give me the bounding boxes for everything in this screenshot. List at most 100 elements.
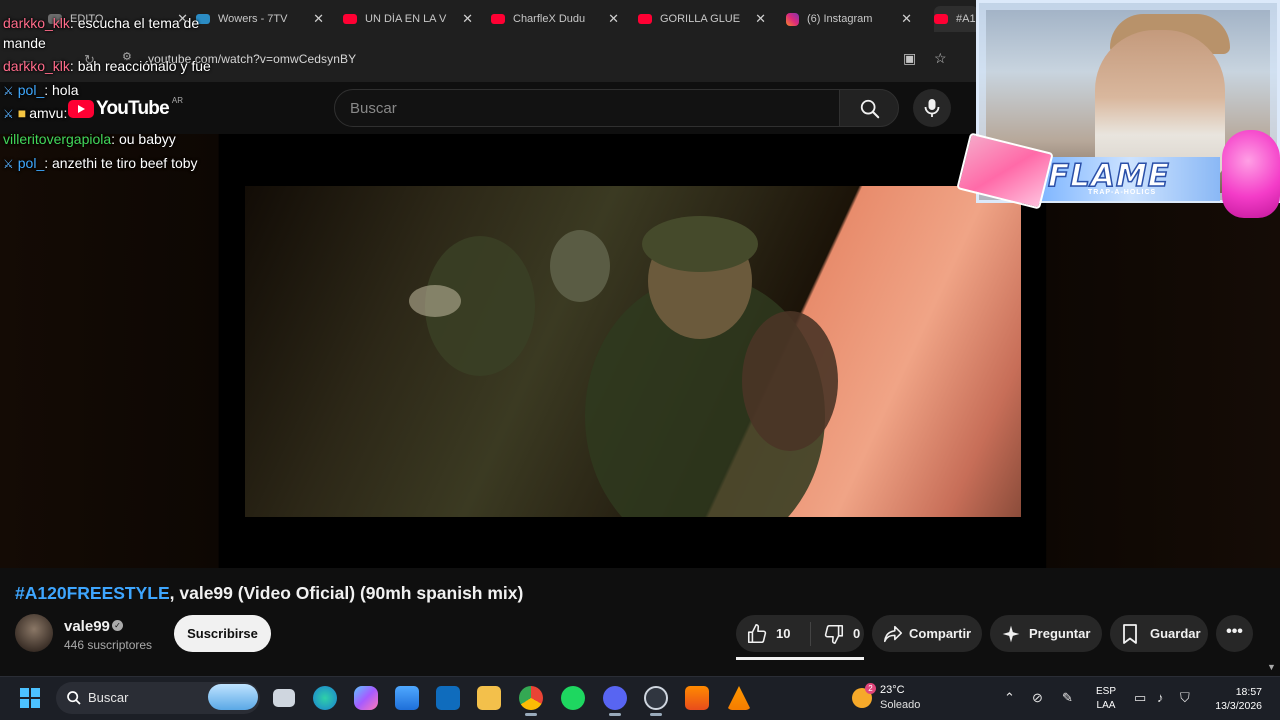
microphone-icon <box>924 99 940 117</box>
chat-text: : <box>63 105 68 121</box>
chat-username: pol_ <box>17 82 45 98</box>
thumbs-up-icon <box>747 623 767 643</box>
file-explorer-icon[interactable] <box>477 686 501 710</box>
scroll-down-arrow-icon[interactable]: ▼ <box>1267 662 1276 672</box>
youtube-favicon-icon <box>638 14 652 24</box>
pen-icon[interactable]: ✎ <box>1062 690 1073 706</box>
windows-start-icon[interactable] <box>20 688 40 708</box>
chat-username: darkko_klk <box>3 58 70 74</box>
show-hidden-icons-chevron-icon[interactable]: ⌃ <box>1004 690 1015 706</box>
edge-browser-icon[interactable] <box>313 686 337 710</box>
subscriber-count: 446 suscriptores <box>64 638 153 652</box>
video-frame[interactable] <box>245 186 1021 517</box>
search-input[interactable]: Buscar <box>334 89 840 127</box>
ask-button[interactable]: Preguntar <box>990 615 1102 652</box>
display-icon[interactable]: ▭ <box>1134 690 1146 706</box>
save-button[interactable]: Guardar <box>1110 615 1208 652</box>
youtube-logo-text: YouTube <box>96 98 170 119</box>
volume-icon[interactable]: ♪ <box>1157 690 1164 705</box>
browser-tab-active[interactable]: #A1 <box>934 6 978 32</box>
emote-badge-icon: ■ <box>17 105 27 121</box>
search-highlight-image <box>208 684 258 710</box>
dislike-button[interactable]: 0 <box>810 621 860 646</box>
network-off-icon[interactable]: ⊘ <box>1032 690 1043 706</box>
verified-icon: ✓ <box>112 620 123 631</box>
chat-text: : hola <box>44 82 79 98</box>
browser-tab-4[interactable]: GORILLA GLUE ✕ <box>638 6 766 32</box>
youtube-favicon-icon <box>491 14 505 24</box>
chat-message: ⚔ ■ amvu: <box>3 102 67 126</box>
browser-tab-1[interactable]: Wowers - 7TV ✕ <box>196 6 324 32</box>
close-tab-icon[interactable]: ✕ <box>755 11 766 27</box>
search-button[interactable] <box>839 89 899 127</box>
weather-condition[interactable]: Soleado <box>880 699 920 711</box>
search-placeholder: Buscar <box>350 100 397 117</box>
chat-message: ⚔ pol_: anzethi te tiro beef toby <box>3 152 198 176</box>
bookmark-icon <box>1123 623 1137 644</box>
browser-tab-2[interactable]: UN DÍA EN LA V ✕ <box>343 6 473 32</box>
weather-temperature[interactable]: 23°C <box>880 684 905 696</box>
sparkle-icon <box>1002 625 1020 642</box>
chat-username: pol_ <box>17 155 45 171</box>
running-app-indicator <box>650 713 662 716</box>
chat-text: : escucha el tema de <box>69 15 200 31</box>
browser-tab-5[interactable]: (6) Instagram ✕ <box>786 6 912 32</box>
video-scene <box>409 216 838 517</box>
subscribe-button[interactable]: Suscribirse <box>174 615 271 652</box>
keyboard-layout: LAA <box>1096 700 1116 711</box>
search-icon <box>860 99 880 119</box>
microsoft-store-icon[interactable] <box>395 686 419 710</box>
chat-text: : bah reacciónalo y fue <box>69 58 211 74</box>
taskbar-search-label: Buscar <box>88 690 129 705</box>
chat-text: mande <box>3 35 46 51</box>
close-tab-icon[interactable]: ✕ <box>462 11 473 27</box>
bookmark-star-icon[interactable]: ☆ <box>934 50 947 67</box>
spotify-icon[interactable] <box>561 686 585 710</box>
search-icon <box>67 691 81 705</box>
chat-message: villeritovergapiola: ou babyy <box>3 128 176 151</box>
youtube-favicon-icon <box>343 14 357 24</box>
battery-shield-icon[interactable]: ⛉ <box>1180 690 1190 706</box>
close-tab-icon[interactable]: ✕ <box>608 11 619 27</box>
task-view-icon[interactable] <box>273 689 295 707</box>
fl-studio-icon[interactable] <box>685 686 709 710</box>
tab-title: #A1 <box>956 13 976 25</box>
active-app-indicator <box>525 713 537 716</box>
chat-text: : ou babyy <box>111 131 176 147</box>
discord-icon[interactable] <box>603 686 627 710</box>
chat-message: ⚔ pol_: hola <box>3 79 78 103</box>
youtube-logo[interactable]: YouTube AR <box>68 95 183 120</box>
chat-username: darkko_klk <box>3 15 70 31</box>
hashtag-link[interactable]: #A120FREESTYLE <box>15 583 170 603</box>
close-tab-icon[interactable]: ✕ <box>901 11 912 27</box>
youtube-favicon-icon <box>934 14 948 24</box>
screen: EDITO ✕ Wowers - 7TV ✕ UN DÍA EN LA V ✕ … <box>0 0 1280 720</box>
save-label: Guardar <box>1150 626 1201 641</box>
voice-search-button[interactable] <box>913 89 951 127</box>
thumbs-down-icon <box>824 624 844 644</box>
tab-title: CharfleX Dudu <box>513 13 586 25</box>
chat-message: darkko_klk: bah reacciónalo y fue <box>3 55 211 78</box>
share-button[interactable]: Compartir <box>872 615 982 652</box>
chat-message: mande <box>3 32 46 55</box>
weather-badge: 2 <box>865 683 876 694</box>
input-language[interactable]: ESP LAA <box>1096 685 1116 713</box>
outlook-icon[interactable] <box>436 686 460 710</box>
clock-date: 13/3/2026 <box>1215 700 1262 712</box>
browser-tab-3[interactable]: CharfleX Dudu ✕ <box>491 6 619 32</box>
install-app-icon[interactable]: ▣ <box>903 50 916 67</box>
video-title: #A120FREESTYLE, vale99 (Video Oficial) (… <box>15 583 523 604</box>
system-clock[interactable]: 18:57 13/3/2026 <box>1206 685 1262 713</box>
share-label: Compartir <box>909 626 972 641</box>
channel-name[interactable]: vale99 <box>64 618 110 635</box>
country-code: AR <box>171 95 183 105</box>
pink-buddha-sticker <box>1222 130 1280 218</box>
close-tab-icon[interactable]: ✕ <box>313 11 324 27</box>
more-actions-button[interactable]: ••• <box>1216 615 1253 652</box>
obs-studio-icon[interactable] <box>644 686 668 710</box>
channel-avatar[interactable] <box>15 614 53 652</box>
like-button[interactable]: 10 <box>746 623 810 645</box>
chrome-icon[interactable] <box>519 686 543 710</box>
copilot-icon[interactable] <box>354 686 378 710</box>
tab-title: (6) Instagram <box>807 13 873 25</box>
